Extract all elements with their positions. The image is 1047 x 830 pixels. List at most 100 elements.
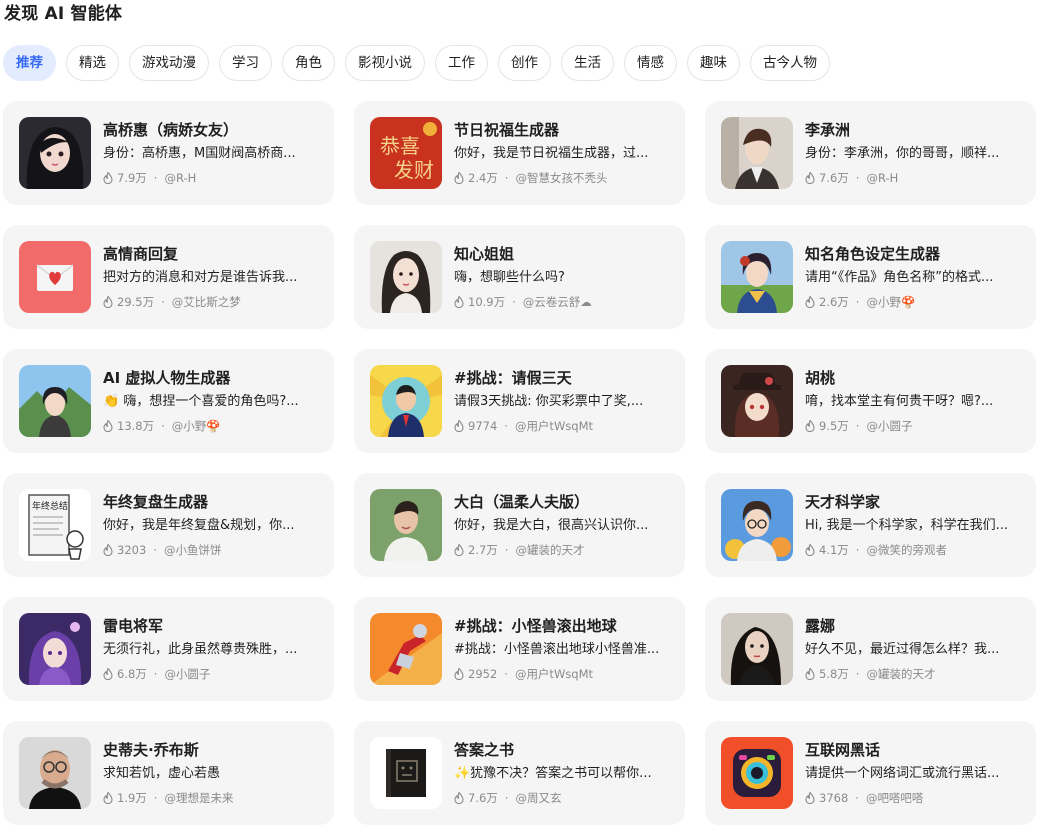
agent-card[interactable]: 天才科学家 Hi, 我是一个科学家，科学在我们... 4.1万 · @微笑的旁观者 xyxy=(705,473,1036,577)
agent-meta: 9774 · @用户tWsqMt xyxy=(454,418,666,434)
agent-description: 你好，我是年终复盘&规划，你... xyxy=(103,518,295,533)
tab-games-anime[interactable]: 游戏动漫 xyxy=(129,45,209,81)
tab-creation[interactable]: 创作 xyxy=(498,45,551,81)
category-tabs: 推荐 精选 游戏动漫 学习 角色 影视小说 工作 创作 生活 情感 趣味 古今人… xyxy=(3,45,830,81)
agent-meta: 9.5万 · @小圆子 xyxy=(805,418,1017,434)
agent-description: 请用“《作品》角色名称”的格式... xyxy=(805,270,994,285)
agent-avatar xyxy=(19,365,91,437)
tab-historical-figures[interactable]: 古今人物 xyxy=(750,45,830,81)
agent-card[interactable]: 雷电将军 无须行礼，此身虽然尊贵殊胜，... 6.8万 · @小圆子 xyxy=(3,597,334,701)
agent-card[interactable]: 高情商回复 把对方的消息和对方是谁告诉我... 29.5万 · @艾比斯之梦 xyxy=(3,225,334,329)
agent-usage-count: 9774 xyxy=(468,419,498,433)
agent-name: 胡桃 xyxy=(805,369,836,387)
agent-card[interactable]: AI 虚拟人物生成器 👏 嗨，想捏一个喜爱的角色吗?... 13.8万 · @小野🍄 xyxy=(3,349,334,453)
separator-dot: · xyxy=(504,667,508,681)
agent-card[interactable]: #挑战：请假三天 请假3天挑战: 你买彩票中了奖,... 9774 · @用户tWsqM… xyxy=(354,349,685,453)
tab-film-novel[interactable]: 影视小说 xyxy=(345,45,425,81)
tab-study[interactable]: 学习 xyxy=(219,45,272,81)
agent-card[interactable]: 答案之书 ✨犹豫不决？答案之书可以帮你... 7.6万 · @周又玄 xyxy=(354,721,685,825)
agent-card[interactable]: 恭喜 发财 节日祝福生成器 你好，我是节日祝福生成器，过... 2.4万 · @智慧女孩不秃… xyxy=(354,101,685,205)
agent-author: @用户tWsqMt xyxy=(514,419,594,433)
agent-card[interactable]: 露娜 好久不见，最近过得怎么样？我... 5.8万 · @罐装的天才 xyxy=(705,597,1036,701)
agent-author: @小野🍄 xyxy=(171,419,221,433)
tab-character[interactable]: 角色 xyxy=(282,45,335,81)
agent-meta: 4.1万 · @微笑的旁观者 xyxy=(805,542,1017,558)
agent-description: 唷，找本堂主有何贵干呀？嗯?... xyxy=(805,394,994,409)
agent-meta: 2.6万 · @小野🍄 xyxy=(805,294,1017,310)
agent-card[interactable]: 年终总结 年终复盘生成器 你好，我是年终复盘&规划，你... 3203 · @小鱼饼饼 xyxy=(3,473,334,577)
tab-work[interactable]: 工作 xyxy=(435,45,488,81)
fire-icon xyxy=(805,544,815,556)
fire-icon xyxy=(805,172,815,184)
svg-text:发财: 发财 xyxy=(394,158,434,182)
agent-usage-count: 7.6万 xyxy=(819,171,849,185)
agent-card[interactable]: #挑战：小怪兽滚出地球 #挑战：小怪兽滚出地球小怪兽准... 2952 · @用户tWs… xyxy=(354,597,685,701)
fire-icon xyxy=(454,420,464,432)
agent-name: 答案之书 xyxy=(454,741,515,759)
page-title: 发现 AI 智能体 xyxy=(4,4,123,24)
tab-emotion[interactable]: 情感 xyxy=(624,45,677,81)
agent-usage-count: 9.5万 xyxy=(819,419,849,433)
fire-icon xyxy=(454,792,464,804)
agent-meta: 2.7万 · @罐装的天才 xyxy=(454,542,666,558)
agent-usage-count: 2.6万 xyxy=(819,295,849,309)
agent-usage-count: 3768 xyxy=(819,791,849,805)
tab-life[interactable]: 生活 xyxy=(561,45,614,81)
agent-usage-count: 4.1万 xyxy=(819,543,849,557)
separator-dot: · xyxy=(504,419,508,433)
separator-dot: · xyxy=(855,419,860,433)
fire-icon xyxy=(454,544,464,556)
agent-avatar xyxy=(370,365,442,437)
separator-dot: · xyxy=(161,419,165,433)
agent-name: 知心姐姐 xyxy=(454,245,515,263)
agent-author: @理想是未来 xyxy=(164,791,234,805)
agent-avatar xyxy=(19,613,91,685)
agent-card[interactable]: 史蒂夫·乔布斯 求知若饥，虚心若愚 1.9万 · @理想是未来 xyxy=(3,721,334,825)
agent-author: @艾比斯之梦 xyxy=(171,295,241,309)
agent-meta: 10.9万 · @云卷云舒☁ xyxy=(454,294,666,310)
agent-description: 请假3天挑战: 你买彩票中了奖,... xyxy=(454,394,644,409)
agent-author: @智慧女孩不秃头 xyxy=(515,171,608,185)
separator-dot: · xyxy=(161,295,165,309)
fire-icon xyxy=(805,296,815,308)
tab-recommended[interactable]: 推荐 xyxy=(3,45,56,81)
agent-name: 高情商回复 xyxy=(103,245,179,263)
agent-card[interactable]: 互联网黑话 请提供一个网络词汇或流行黑话... 3768 · @吧嗒吧嗒 xyxy=(705,721,1036,825)
agent-description: 身份：高桥惠，M国财阀高桥商... xyxy=(103,146,296,161)
agent-meta: 7.6万 · @周又玄 xyxy=(454,790,666,806)
agent-description: #挑战：小怪兽滚出地球小怪兽准... xyxy=(454,642,660,657)
agent-description: 嗨，想聊些什么吗? xyxy=(454,270,565,285)
svg-text:年终总结: 年终总结 xyxy=(32,500,68,512)
agent-meta: 6.8万 · @小圆子 xyxy=(103,666,315,682)
agent-meta: 7.9万 · @R-H xyxy=(103,170,315,186)
agent-author: @小圆子 xyxy=(866,419,913,433)
agent-author: @微笑的旁观者 xyxy=(866,543,947,557)
separator-dot: · xyxy=(512,295,516,309)
svg-text:恭喜: 恭喜 xyxy=(380,134,420,158)
agent-author: @R-H xyxy=(866,171,899,185)
agent-usage-count: 2.4万 xyxy=(468,171,498,185)
agent-card[interactable]: 李承洲 身份：李承洲，你的哥哥，顺祥... 7.6万 · @R-H xyxy=(705,101,1036,205)
agent-card[interactable]: 知心姐姐嗨，想聊些什么吗? 10.9万 · @云卷云舒☁ xyxy=(354,225,685,329)
agent-meta: 5.8万 · @罐装的天才 xyxy=(805,666,1017,682)
agent-name: 李承洲 xyxy=(805,121,851,139)
agent-meta: 7.6万 · @R-H xyxy=(805,170,1017,186)
agent-description: 求知若饥，虚心若愚 xyxy=(103,766,221,781)
tab-fun[interactable]: 趣味 xyxy=(687,45,740,81)
agent-card[interactable]: 高桥惠（病娇女友） 身份：高桥惠，M国财阀高桥商... 7.9万 · @R-H xyxy=(3,101,334,205)
fire-icon xyxy=(103,172,113,184)
agent-usage-count: 3203 xyxy=(117,543,147,557)
agent-card[interactable]: 胡桃唷，找本堂主有何贵干呀？嗯?... 9.5万 · @小圆子 xyxy=(705,349,1036,453)
agent-usage-count: 6.8万 xyxy=(117,667,147,681)
separator-dot: · xyxy=(504,543,509,557)
agent-name: 大白（温柔人夫版） xyxy=(454,493,590,511)
agent-usage-count: 7.6万 xyxy=(468,791,498,805)
agent-usage-count: 7.9万 xyxy=(117,171,147,185)
agent-author: @小鱼饼饼 xyxy=(163,543,222,557)
agent-card[interactable]: 知名角色设定生成器 请用“《作品》角色名称”的格式... 2.6万 · @小野🍄 xyxy=(705,225,1036,329)
separator-dot: · xyxy=(153,791,158,805)
agent-card[interactable]: 大白（温柔人夫版） 你好，我是大白，很高兴认识你... 2.7万 · @罐装的天才 xyxy=(354,473,685,577)
agent-name: #挑战：小怪兽滚出地球 xyxy=(454,617,617,635)
tab-featured[interactable]: 精选 xyxy=(66,45,119,81)
agent-name: 高桥惠（病娇女友） xyxy=(103,121,239,139)
